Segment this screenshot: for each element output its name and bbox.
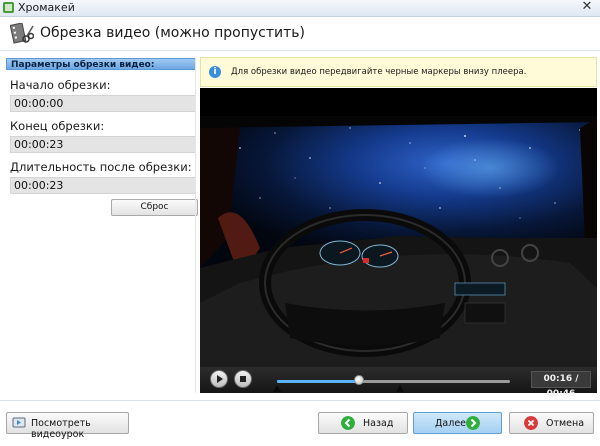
- cancel-button[interactable]: Отмена: [509, 412, 594, 434]
- video-tutorial-button[interactable]: Посмотреть видеоурок: [6, 412, 129, 440]
- video-player[interactable]: [200, 88, 597, 367]
- info-icon: i: [209, 66, 221, 78]
- tutorial-icon: [12, 417, 26, 428]
- stop-button[interactable]: [234, 370, 252, 388]
- window-titlebar: Хромакей ✕: [0, 0, 600, 17]
- next-label: Далее: [435, 418, 467, 429]
- video-tutorial-label: Посмотреть видеоурок: [31, 418, 91, 440]
- stop-icon: [240, 376, 246, 382]
- player-controls: 00:16 / 00:46: [200, 367, 597, 399]
- timeline-progress: [277, 380, 359, 383]
- back-button[interactable]: Назад: [318, 412, 408, 434]
- arrow-right-icon: [466, 416, 480, 430]
- trim-end-marker[interactable]: [396, 385, 405, 392]
- play-icon: [217, 375, 223, 383]
- info-banner: i Для обрезки видео передвигайте черные …: [200, 57, 597, 87]
- start-label: Начало обрезки:: [10, 78, 111, 92]
- trim-settings-panel: Параметры обрезки видео: Начало обрезки:…: [6, 58, 198, 393]
- reset-button[interactable]: Сброс: [111, 199, 198, 216]
- timeline-thumb[interactable]: [353, 375, 364, 385]
- page-title: Обрезка видео (можно пропустить): [40, 25, 305, 41]
- page-header: Обрезка видео (можно пропустить): [0, 17, 600, 51]
- trim-settings-heading: Параметры обрезки видео:: [6, 58, 196, 70]
- start-time-field[interactable]: 00:00:00: [10, 95, 196, 112]
- arrow-left-icon: [341, 416, 355, 430]
- next-button[interactable]: Далее: [413, 412, 502, 434]
- timeline-track[interactable]: [277, 380, 510, 383]
- video-frame: [200, 88, 597, 367]
- play-button[interactable]: [210, 370, 228, 388]
- end-time-field[interactable]: 00:00:23: [10, 136, 196, 153]
- cancel-x-icon: [524, 416, 538, 430]
- film-scissors-icon: [10, 23, 34, 44]
- cancel-label: Отмена: [546, 418, 585, 429]
- header-divider: [0, 50, 600, 51]
- duration-label: Длительность после обрезки:: [10, 160, 192, 174]
- info-text: Для обрезки видео передвигайте черные ма…: [231, 67, 527, 77]
- footer-divider: [0, 400, 600, 401]
- duration-field: 00:00:23: [10, 177, 196, 194]
- app-icon: [3, 2, 14, 13]
- window-title: Хромакей: [18, 1, 75, 14]
- back-label: Назад: [363, 418, 394, 429]
- trim-start-marker[interactable]: [273, 385, 281, 392]
- close-window-button[interactable]: ✕: [580, 0, 594, 14]
- end-label: Конец обрезки:: [10, 119, 105, 133]
- time-display: 00:16 / 00:46: [531, 371, 591, 399]
